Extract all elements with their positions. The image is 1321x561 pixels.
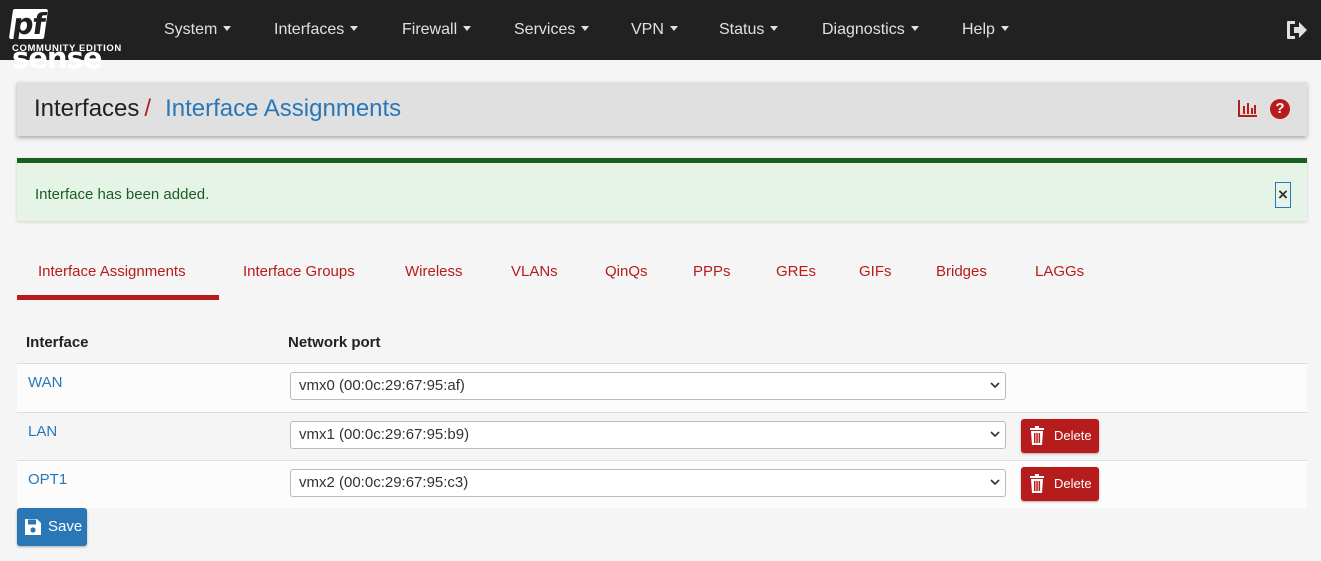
tab-interface-groups[interactable]: Interface Groups xyxy=(243,263,355,280)
caret-down-icon xyxy=(581,26,590,31)
delete-button-lan[interactable]: Delete xyxy=(1021,419,1099,453)
breadcrumb: Interfaces / Interface Assignments xyxy=(34,95,401,123)
breadcrumb-separator: / xyxy=(144,95,152,122)
table-row: LAN vmx1 (00:0c:29:67:95:b9) Delete xyxy=(17,412,1307,460)
nav-diagnostics[interactable]: Diagnostics xyxy=(822,0,919,60)
table-row: WAN vmx0 (00:0c:29:67:95:af) xyxy=(17,364,1307,412)
nav-status[interactable]: Status xyxy=(719,0,779,60)
caret-down-icon xyxy=(910,26,919,31)
tab-bridges[interactable]: Bridges xyxy=(936,263,987,280)
caret-down-icon xyxy=(1000,26,1009,31)
trash-icon xyxy=(1030,474,1044,493)
save-button[interactable]: Save xyxy=(17,508,87,546)
breadcrumb-root: Interfaces xyxy=(34,95,140,122)
network-port-value: vmx1 (00:0c:29:67:95:b9) xyxy=(299,426,470,443)
column-header-interface: Interface xyxy=(26,334,89,351)
logo-wordmark: pfsense xyxy=(8,7,103,75)
tab-gres[interactable]: GREs xyxy=(776,263,816,280)
caret-down-icon xyxy=(350,26,359,31)
trash-icon xyxy=(1030,426,1044,445)
caret-down-icon xyxy=(770,26,779,31)
caret-down-icon xyxy=(669,26,678,31)
nav-vpn[interactable]: VPN xyxy=(631,0,678,60)
nav-help[interactable]: Help xyxy=(962,0,1009,60)
top-navbar: pfsense COMMUNITY EDITION System Interfa… xyxy=(0,0,1321,75)
column-header-network-port: Network port xyxy=(288,334,381,351)
breadcrumb-panel: Interfaces / Interface Assignments ? xyxy=(17,82,1307,136)
pfsense-logo[interactable]: pfsense COMMUNITY EDITION xyxy=(8,7,133,75)
close-icon[interactable]: × xyxy=(1275,182,1291,208)
alert-message: Interface has been added. xyxy=(35,186,210,203)
tab-qinqs[interactable]: QinQs xyxy=(605,263,648,280)
network-port-select-lan[interactable]: vmx1 (00:0c:29:67:95:b9) xyxy=(290,421,1006,449)
tab-ppps[interactable]: PPPs xyxy=(693,263,731,280)
delete-button-opt1[interactable]: Delete xyxy=(1021,467,1099,501)
nav-firewall[interactable]: Firewall xyxy=(402,0,472,60)
caret-down-icon xyxy=(223,26,232,31)
interface-link-opt1[interactable]: OPT1 xyxy=(28,471,67,488)
network-port-value: vmx2 (00:0c:29:67:95:c3) xyxy=(299,474,469,491)
delete-label: Delete xyxy=(1054,476,1092,491)
active-tab-indicator xyxy=(17,295,219,300)
network-port-select-opt1[interactable]: vmx2 (00:0c:29:67:95:c3) xyxy=(290,469,1006,497)
tab-laggs[interactable]: LAGGs xyxy=(1035,263,1084,280)
interface-link-lan[interactable]: LAN xyxy=(28,423,57,440)
nav-interfaces[interactable]: Interfaces xyxy=(274,0,359,60)
tab-gifs[interactable]: GIFs xyxy=(859,263,892,280)
delete-label: Delete xyxy=(1054,428,1092,443)
network-port-value: vmx0 (00:0c:29:67:95:af) xyxy=(299,377,465,394)
tab-wireless[interactable]: Wireless xyxy=(405,263,463,280)
floppy-disk-icon xyxy=(25,519,41,535)
nav-system[interactable]: System xyxy=(164,0,232,60)
logout-icon[interactable] xyxy=(1286,20,1308,40)
chevron-down-icon xyxy=(990,479,1000,486)
caret-down-icon xyxy=(463,26,472,31)
help-icon[interactable]: ? xyxy=(1270,99,1290,119)
nav-services[interactable]: Services xyxy=(514,0,590,60)
chevron-down-icon xyxy=(990,382,1000,389)
logo-edition: COMMUNITY EDITION xyxy=(12,43,122,54)
success-alert: Interface has been added. × xyxy=(17,158,1307,221)
table-row: OPT1 vmx2 (00:0c:29:67:95:c3) Delete xyxy=(17,460,1307,508)
save-label: Save xyxy=(48,518,83,535)
network-port-select-wan[interactable]: vmx0 (00:0c:29:67:95:af) xyxy=(290,372,1006,400)
tab-interface-assignments[interactable]: Interface Assignments xyxy=(38,263,186,280)
breadcrumb-current-page[interactable]: Interface Assignments xyxy=(165,95,401,122)
bar-chart-icon[interactable] xyxy=(1238,99,1258,117)
interface-link-wan[interactable]: WAN xyxy=(28,374,62,391)
chevron-down-icon xyxy=(990,431,1000,438)
tab-vlans[interactable]: VLANs xyxy=(511,263,558,280)
